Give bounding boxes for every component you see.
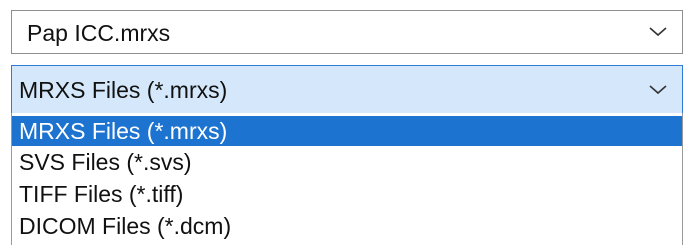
option-label: MRXS Files (*.mrxs) xyxy=(19,118,228,144)
filename-combo[interactable]: Pap ICC.mrxs xyxy=(11,10,683,54)
dropdown-option-mrxs[interactable]: MRXS Files (*.mrxs) xyxy=(12,116,682,146)
option-label: SVS Files (*.svs) xyxy=(19,149,192,175)
file-type-value: MRXS Files (*.mrxs) xyxy=(19,77,228,103)
dropdown-option-tiff[interactable]: TIFF Files (*.tiff) xyxy=(12,179,682,209)
option-label: TIFF Files (*.tiff) xyxy=(19,181,184,207)
dropdown-option-dicom[interactable]: DICOM Files (*.dcm) xyxy=(12,211,682,241)
file-type-dropdown-list: MRXS Files (*.mrxs) SVS Files (*.svs) TI… xyxy=(11,113,683,245)
option-label: DICOM Files (*.dcm) xyxy=(19,213,232,239)
file-type-select[interactable]: MRXS Files (*.mrxs) xyxy=(11,65,683,114)
chevron-down-icon[interactable] xyxy=(649,27,667,37)
filename-value: Pap ICC.mrxs xyxy=(27,20,171,46)
chevron-down-icon[interactable] xyxy=(649,85,667,95)
dropdown-option-svs[interactable]: SVS Files (*.svs) xyxy=(12,147,682,177)
